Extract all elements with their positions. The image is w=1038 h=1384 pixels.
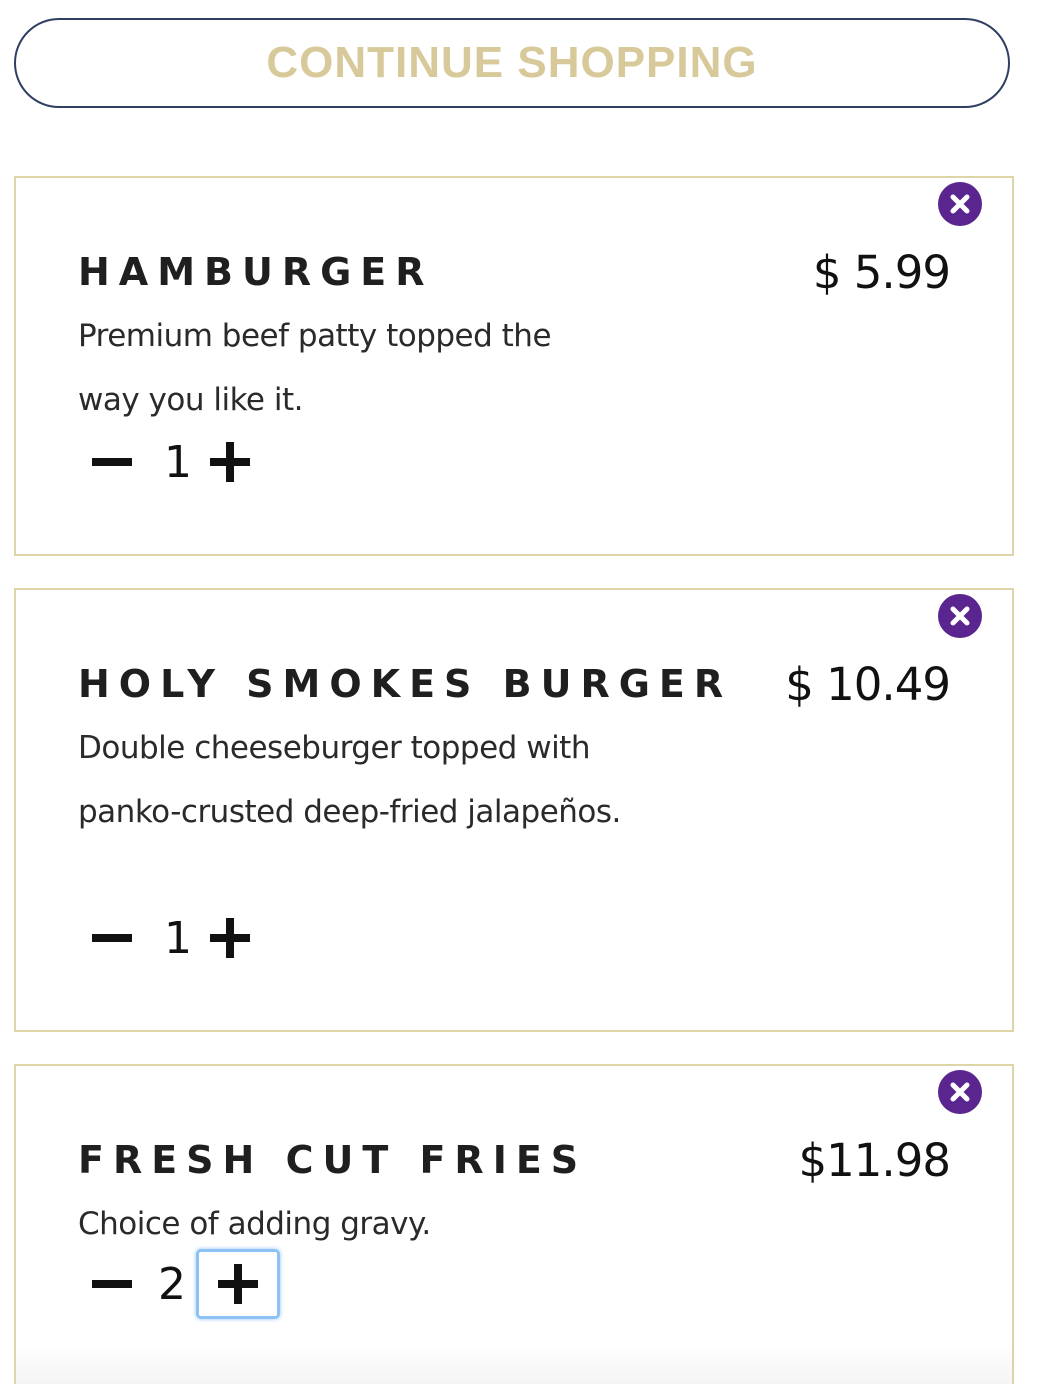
increment-button[interactable] [196,1249,280,1319]
remove-item-button[interactable] [938,594,982,638]
remove-item-button[interactable] [938,182,982,226]
plus-icon [218,1264,258,1304]
item-name: HAMBURGER [78,250,434,294]
minus-icon [92,934,132,942]
item-price: $ 10.49 [785,658,951,711]
quantity-stepper: 1 [88,908,254,968]
continue-shopping-label: CONTINUE SHOPPING [266,38,758,87]
item-name: FRESH CUT FRIES [78,1138,588,1182]
quantity-value: 1 [164,436,192,488]
close-icon [950,606,970,626]
quantity-value: 2 [158,1258,186,1310]
cart-item-card: HOLY SMOKES BURGER $ 10.49 Double cheese… [14,588,1014,1032]
close-icon [950,194,970,214]
minus-icon [92,458,132,466]
increment-button[interactable] [206,908,254,968]
item-name: HOLY SMOKES BURGER [78,662,733,706]
decrement-button[interactable] [88,1254,136,1314]
quantity-stepper: 1 [88,432,254,492]
decrement-button[interactable] [88,432,136,492]
close-icon [950,1082,970,1102]
scroll-fade [16,1344,1012,1384]
quantity-stepper: 2 [88,1249,280,1319]
increment-button[interactable] [206,432,254,492]
quantity-value: 1 [164,912,192,964]
cart-item-card: FRESH CUT FRIES $11.98 Choice of adding … [14,1064,1014,1384]
minus-icon [92,1280,132,1288]
item-description: Double cheeseburger topped with panko-cr… [78,730,621,830]
plus-icon [210,442,250,482]
continue-shopping-button[interactable]: CONTINUE SHOPPING [14,18,1010,108]
plus-icon [210,918,250,958]
item-description: Choice of adding gravy. [78,1206,431,1242]
decrement-button[interactable] [88,908,136,968]
item-price: $ 5.99 [812,246,951,299]
remove-item-button[interactable] [938,1070,982,1114]
item-price: $11.98 [798,1134,951,1187]
item-description: Premium beef patty topped the way you li… [78,318,552,418]
cart-item-card: HAMBURGER $ 5.99 Premium beef patty topp… [14,176,1014,556]
